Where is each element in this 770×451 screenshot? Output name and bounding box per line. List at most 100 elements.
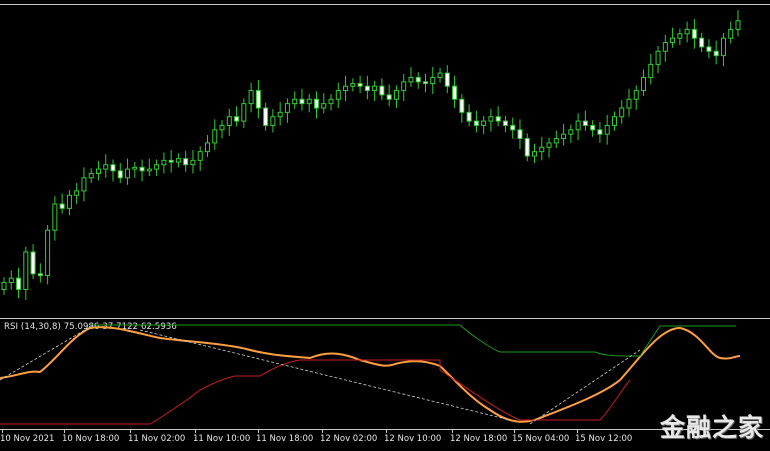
candle (546, 137, 552, 158)
candle (66, 190, 72, 216)
candle-body (735, 20, 741, 30)
candle-body (459, 98, 465, 113)
candle (335, 82, 341, 108)
candle (415, 72, 421, 89)
candle-body (401, 81, 407, 92)
candle-body (255, 90, 261, 109)
trendline-dashed (0, 323, 96, 381)
candle (30, 244, 36, 280)
price-chart[interactable] (0, 0, 770, 315)
candle (299, 88, 305, 111)
candle (59, 193, 65, 214)
candle (582, 110, 588, 131)
candle (423, 73, 429, 93)
candle-body (117, 170, 123, 179)
candle-body (343, 85, 349, 92)
candle (735, 10, 741, 37)
candle (110, 159, 116, 182)
time-axis-tick (322, 429, 323, 433)
candle (45, 224, 51, 285)
candle-body (517, 129, 523, 140)
candle (430, 66, 436, 95)
candle (517, 119, 523, 150)
candle (357, 75, 363, 94)
candle-body (59, 203, 65, 209)
candle (241, 98, 247, 129)
candle-body (720, 37, 726, 57)
candle (590, 120, 596, 137)
candle-body (561, 133, 567, 140)
candle-body (677, 33, 683, 39)
candle-body (168, 159, 174, 163)
candle-body (1, 282, 7, 291)
candle (350, 78, 356, 92)
candle (204, 135, 210, 157)
candle (219, 120, 225, 139)
candle (633, 85, 639, 110)
candle (568, 124, 574, 143)
candle (343, 75, 349, 102)
candle (670, 27, 676, 48)
candle-body (103, 164, 109, 170)
candle-body (597, 129, 603, 135)
time-axis-label: 11 Nov 02:00 (128, 434, 186, 444)
candle-body (263, 107, 269, 126)
candle (364, 75, 370, 100)
candle-body (88, 172, 94, 179)
candle (146, 158, 152, 177)
candle (292, 91, 298, 109)
candle (655, 46, 661, 74)
candle (720, 32, 726, 67)
candle (277, 101, 283, 126)
watermark-logo: 金融之家 (659, 413, 764, 442)
candle-body (430, 76, 436, 85)
candle-body (619, 107, 625, 118)
candle (95, 161, 101, 181)
candle (619, 100, 625, 124)
candle (234, 106, 240, 127)
candle-body (604, 124, 610, 135)
pane-separator[interactable] (0, 318, 770, 319)
candle-body (234, 116, 240, 122)
candle-body (139, 166, 145, 172)
candle-body (728, 28, 734, 39)
candle-body (219, 124, 225, 131)
rsi-subwindow[interactable] (0, 320, 770, 429)
candle (662, 34, 668, 62)
candle-body (30, 251, 36, 275)
candle (393, 85, 399, 108)
candle-body (648, 63, 654, 78)
candle-body (706, 46, 712, 52)
candle-body (248, 90, 254, 105)
time-axis-label: 12 Nov 18:00 (450, 434, 508, 444)
time-axis-label: 15 Nov 04:00 (512, 434, 570, 444)
time-axis-label: 10 Nov 18:00 (62, 434, 120, 444)
candle (626, 88, 632, 117)
candle-body (633, 90, 639, 100)
candle-body (241, 103, 247, 122)
candle-body (357, 83, 363, 87)
candle-body (408, 76, 414, 83)
candle-body (212, 129, 218, 144)
candle-body (154, 164, 160, 170)
candle-body (364, 85, 370, 92)
candle (23, 246, 29, 300)
candle-body (292, 98, 298, 105)
candle (372, 80, 378, 102)
time-axis-tick (258, 429, 259, 433)
candle-body (393, 90, 399, 100)
candle (255, 80, 261, 119)
candle-body (466, 111, 472, 122)
candle-body (66, 194, 72, 209)
candle-body (590, 124, 596, 131)
candle-body (16, 277, 22, 291)
candle (190, 149, 196, 174)
candle-body (611, 116, 617, 126)
candle-body (568, 129, 574, 135)
candle-body (502, 120, 508, 126)
candle (510, 117, 516, 139)
candle (125, 158, 131, 185)
candle-body (481, 120, 487, 126)
candle (168, 149, 174, 173)
candle-body (335, 90, 341, 100)
